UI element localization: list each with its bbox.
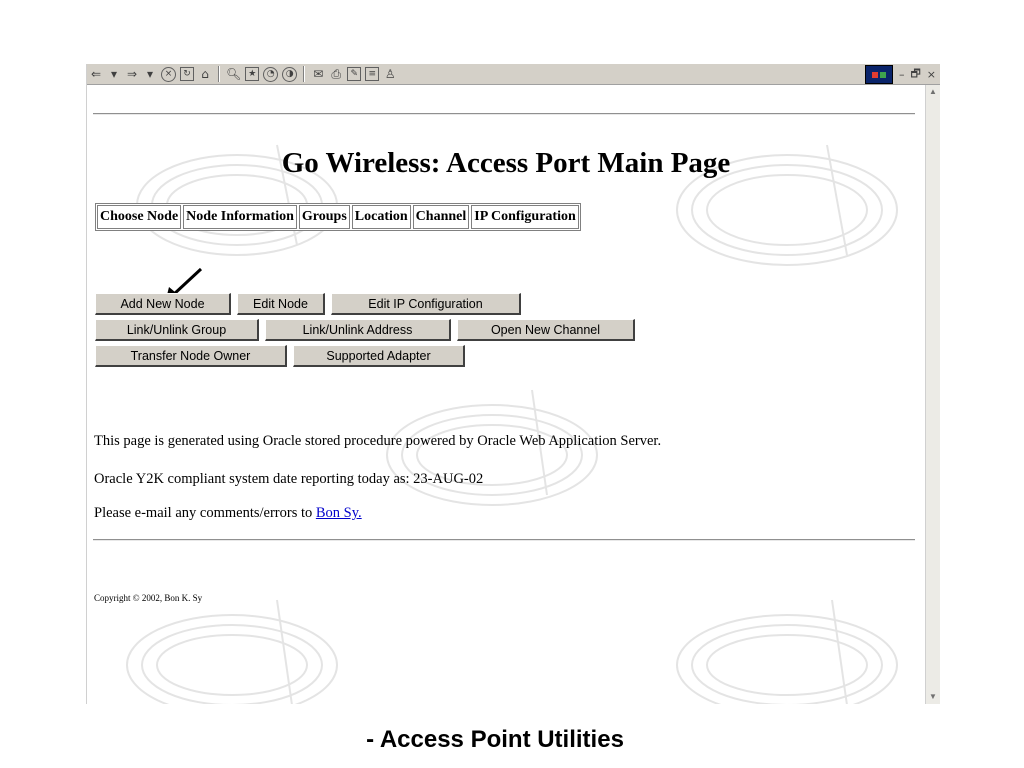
edit-icon[interactable]: ✎ — [347, 67, 362, 81]
info-generated-text: This page is generated using Oracle stor… — [94, 433, 662, 449]
window-controls: – 🗗 × — [864, 65, 936, 84]
browser-toolbar: ⇐ ▾ ⇒ ▾ × ↻ ⌂ 🔍︎ ★ ◔ ◑ ✉ ⎙ ✎ ≡ ♙ – 🗗 × — [87, 64, 940, 85]
home-icon[interactable]: ⌂ — [198, 66, 212, 82]
discuss-icon[interactable]: ≡ — [365, 67, 380, 81]
nav-choose-node[interactable]: Choose Node — [97, 205, 182, 229]
dropdown-arrow-icon[interactable]: ▾ — [107, 66, 121, 82]
supported-adapter-button[interactable]: Supported Adapter — [293, 345, 465, 367]
top-divider — [93, 113, 915, 115]
minimize-button[interactable]: – — [899, 68, 905, 81]
mail-icon[interactable]: ✉ — [311, 66, 325, 82]
info-date-text: Oracle Y2K compliant system date reporti… — [94, 471, 484, 487]
nav-groups[interactable]: Groups — [298, 205, 350, 229]
search-icon[interactable]: 🔍︎ — [226, 66, 241, 82]
email-line: Please e-mail any comments/errors to Bon… — [94, 505, 362, 522]
scroll-up-icon[interactable]: ▲ — [926, 85, 940, 99]
link-unlink-address-button[interactable]: Link/Unlink Address — [265, 319, 451, 341]
stop-icon[interactable]: × — [161, 66, 176, 82]
email-link[interactable]: Bon Sy. — [316, 505, 362, 521]
history-icon[interactable]: ◔ — [263, 66, 279, 82]
button-row-3: Transfer Node Owner Supported Adapter — [95, 345, 471, 367]
nav-channel[interactable]: Channel — [412, 205, 470, 229]
add-new-node-button[interactable]: Add New Node — [95, 293, 231, 315]
transfer-node-owner-button[interactable]: Transfer Node Owner — [95, 345, 287, 367]
channels-icon[interactable]: ◑ — [282, 66, 298, 82]
nav-node-information[interactable]: Node Information — [183, 205, 297, 229]
bottom-divider — [93, 539, 915, 541]
nav-ip-configuration[interactable]: IP Configuration — [471, 205, 579, 229]
watermark-logo-icon — [136, 144, 338, 256]
email-prefix-text: Please e-mail any comments/errors to — [94, 505, 313, 521]
button-row-1: Add New Node Edit Node Edit IP Configura… — [95, 293, 527, 315]
edit-ip-configuration-button[interactable]: Edit IP Configuration — [331, 293, 521, 315]
forward-icon[interactable]: ⇒ — [125, 66, 139, 82]
toolbar-divider — [218, 66, 220, 82]
favorites-icon[interactable]: ★ — [245, 67, 260, 81]
back-icon[interactable]: ⇐ — [89, 66, 103, 82]
messenger-icon[interactable]: ♙ — [383, 66, 397, 82]
windows-logo-icon — [864, 65, 893, 84]
link-unlink-group-button[interactable]: Link/Unlink Group — [95, 319, 259, 341]
slide-caption: - Access Point Utilities — [366, 726, 624, 753]
nav-location[interactable]: Location — [351, 205, 411, 229]
close-button[interactable]: × — [927, 68, 936, 81]
page-content: Go Wireless: Access Port Main Page Choos… — [87, 85, 925, 704]
dropdown-arrow-icon[interactable]: ▾ — [143, 66, 157, 82]
watermark-logo-icon — [676, 599, 898, 704]
print-icon[interactable]: ⎙ — [329, 66, 343, 82]
browser-window: ⇐ ▾ ⇒ ▾ × ↻ ⌂ 🔍︎ ★ ◔ ◑ ✉ ⎙ ✎ ≡ ♙ – 🗗 × G… — [86, 64, 940, 704]
refresh-icon[interactable]: ↻ — [180, 67, 194, 81]
edit-node-button[interactable]: Edit Node — [237, 293, 325, 315]
open-new-channel-button[interactable]: Open New Channel — [457, 319, 635, 341]
scroll-down-icon[interactable]: ▼ — [926, 690, 940, 704]
button-row-2: Link/Unlink Group Link/Unlink Address Op… — [95, 319, 641, 341]
copyright-text: Copyright © 2002, Bon K. Sy — [94, 593, 203, 603]
restore-button[interactable]: 🗗 — [910, 65, 920, 84]
nav-table: Choose Node Node Information Groups Loca… — [95, 203, 581, 231]
page-title: Go Wireless: Access Port Main Page — [281, 147, 731, 179]
vertical-scrollbar[interactable]: ▲ ▼ — [925, 85, 940, 704]
toolbar-divider — [303, 66, 306, 82]
